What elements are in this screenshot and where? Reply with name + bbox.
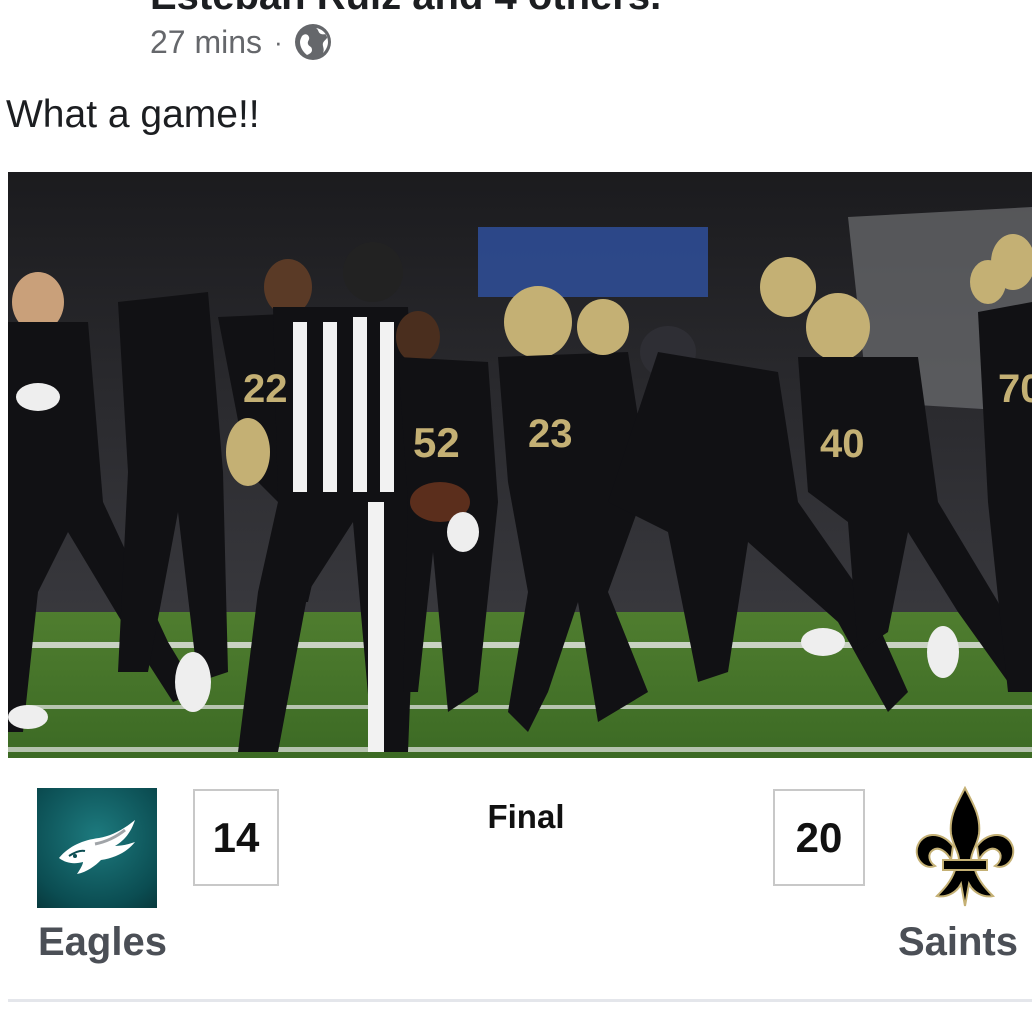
home-team-name[interactable]: Eagles: [38, 920, 167, 965]
post-photo[interactable]: 22 52 23 40 70: [8, 172, 1032, 758]
game-status: Final: [487, 798, 565, 835]
svg-text:40: 40: [820, 422, 865, 466]
svg-text:52: 52: [413, 419, 460, 466]
svg-text:70: 70: [998, 367, 1032, 411]
scorecard[interactable]: 14 Final 20 Eagles Saints: [8, 758, 1032, 1002]
post-text: What a game!!: [6, 93, 260, 136]
post-container: Esteban Ruiz and 4 others. 27 mins · Wha…: [0, 0, 1032, 1032]
meta-separator: ·: [274, 26, 283, 57]
saints-fleur-de-lis-icon[interactable]: [913, 785, 1017, 908]
svg-text:23: 23: [528, 412, 573, 456]
away-score: 20: [773, 789, 865, 886]
home-score: 14: [193, 789, 279, 886]
post-author-line[interactable]: Esteban Ruiz and 4 others.: [150, 0, 661, 19]
away-team-name[interactable]: Saints: [898, 920, 1018, 965]
globe-icon[interactable]: [294, 24, 331, 60]
eagles-logo[interactable]: [37, 788, 157, 908]
svg-text:22: 22: [243, 367, 288, 411]
post-meta: 27 mins ·: [150, 20, 331, 64]
post-timestamp[interactable]: 27 mins: [150, 24, 262, 61]
